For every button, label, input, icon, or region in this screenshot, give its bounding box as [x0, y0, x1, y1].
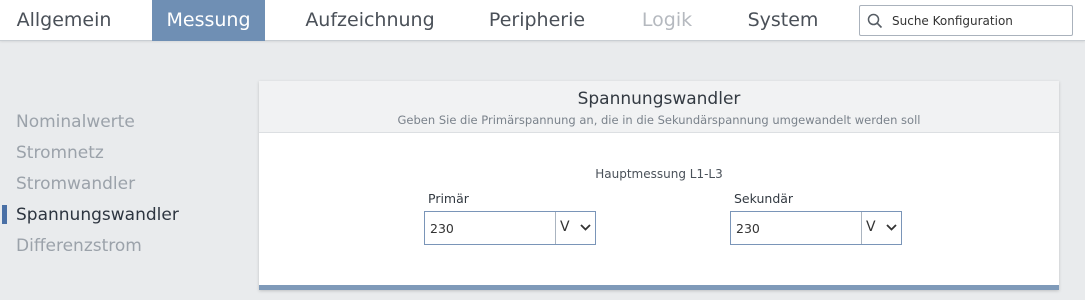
card-bottom-bar — [259, 285, 1059, 290]
primary-label: Primär — [428, 191, 469, 206]
group-label: Hauptmessung L1-L3 — [595, 167, 723, 181]
card-title: Spannungswandler — [577, 89, 741, 109]
secondary-label: Sekundär — [734, 191, 794, 206]
sidebar-item-stromnetz[interactable]: Stromnetz — [16, 141, 104, 165]
sidebar-item-spannungswandler[interactable]: Spannungswandler — [16, 203, 179, 227]
tab-allgemein[interactable]: Allgemein — [0, 0, 128, 41]
card-subtitle: Geben Sie die Primärspannung an, die in … — [397, 113, 921, 127]
secondary-unit-select[interactable]: V — [863, 212, 901, 244]
sidebar-item-nominalwerte[interactable]: Nominalwerte — [16, 110, 135, 134]
sidebar-item-stromwandler[interactable]: Stromwandler — [16, 172, 135, 196]
primary-voltage-field: V — [424, 211, 596, 245]
tab-aufzeichnung[interactable]: Aufzeichnung — [290, 0, 450, 41]
card-header: Spannungswandler Geben Sie die Primärspa… — [259, 81, 1059, 133]
search-box[interactable] — [859, 5, 1073, 36]
tab-system[interactable]: System — [733, 0, 833, 41]
primary-unit-select[interactable]: V — [557, 212, 595, 244]
tab-messung[interactable]: Messung — [152, 0, 265, 41]
tab-peripherie[interactable]: Peripherie — [474, 0, 600, 41]
chevron-down-icon — [886, 224, 897, 231]
settings-card: Spannungswandler Geben Sie die Primärspa… — [259, 81, 1059, 290]
primary-unit-value: V — [560, 219, 570, 235]
chevron-down-icon — [580, 224, 591, 231]
top-navigation: Allgemein Messung Aufzeichnung Peripheri… — [0, 0, 1085, 41]
secondary-voltage-input[interactable] — [731, 212, 862, 244]
search-input[interactable] — [892, 10, 1068, 32]
secondary-voltage-field: V — [730, 211, 902, 245]
primary-voltage-input[interactable] — [425, 212, 556, 244]
sidebar-active-marker — [2, 205, 7, 224]
search-icon — [867, 13, 883, 29]
sidebar-item-differenzstrom[interactable]: Differenzstrom — [16, 234, 142, 258]
tab-logik: Logik — [641, 9, 693, 31]
secondary-unit-value: V — [866, 219, 876, 235]
